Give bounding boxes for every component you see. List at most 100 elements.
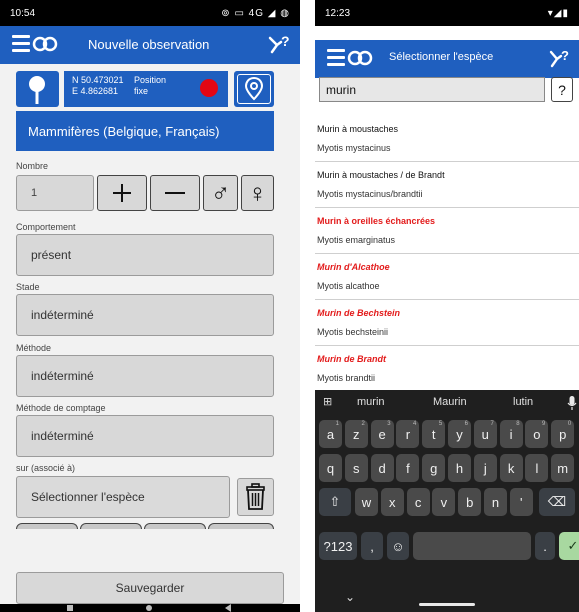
key-hint: 2 xyxy=(361,421,365,427)
key-e[interactable]: e3 xyxy=(370,420,394,448)
species-scientific-name: Myotis emarginatus xyxy=(317,235,396,245)
male-button[interactable]: ♂ xyxy=(203,175,238,211)
key-hint: 7 xyxy=(490,421,494,427)
list-item[interactable]: Murin à moustaches Myotis mystacinus xyxy=(315,116,579,162)
list-item[interactable]: Murin de Brandt Myotis brandtii xyxy=(315,346,579,392)
key-hint: 3 xyxy=(387,421,391,427)
key-label: ?123 xyxy=(323,538,353,554)
delete-button[interactable] xyxy=(237,478,274,516)
quantity-field[interactable]: 1 xyxy=(16,175,94,211)
male-icon: ♂ xyxy=(210,177,231,208)
emoji-key[interactable]: ☺ xyxy=(387,532,409,560)
list-item[interactable]: Murin à moustaches / de Brandt Myotis mys… xyxy=(315,162,579,208)
recents-icon[interactable] xyxy=(67,605,73,611)
key-k[interactable]: k xyxy=(499,454,523,482)
key-label: j xyxy=(483,460,487,476)
key-h[interactable]: h xyxy=(448,454,471,482)
hamburger-menu-icon[interactable] xyxy=(12,35,30,55)
key-o[interactable]: o9 xyxy=(525,420,549,448)
key-v[interactable]: v xyxy=(432,488,456,516)
back-icon[interactable] xyxy=(224,604,232,612)
hamburger-menu-icon[interactable] xyxy=(327,49,345,69)
key-n[interactable]: n xyxy=(484,488,507,516)
trash-icon xyxy=(246,483,265,510)
key-f[interactable]: f xyxy=(396,454,420,482)
female-button[interactable]: ♀ xyxy=(241,175,274,211)
species-common-name: Murin à moustaches / de Brandt xyxy=(317,170,445,180)
home-gesture-bar[interactable] xyxy=(419,603,475,606)
comma-key[interactable]: , xyxy=(361,532,383,560)
position-fix-label: Position fixe xyxy=(134,75,166,97)
save-button[interactable]: Sauvegarder xyxy=(16,572,284,604)
key-s[interactable]: s xyxy=(344,454,368,482)
key-q[interactable]: q xyxy=(319,454,342,482)
list-item[interactable]: Murin à oreilles échancrées Myotis emargi… xyxy=(315,208,579,254)
key-g[interactable]: g xyxy=(422,454,446,482)
recording-dot-icon xyxy=(200,79,218,97)
key-j[interactable]: j xyxy=(473,454,497,482)
suggestion-2[interactable]: Maurin xyxy=(433,396,467,408)
partial-button[interactable] xyxy=(80,523,142,529)
bird-help-icon[interactable]: ? xyxy=(549,46,571,70)
bird-help-icon[interactable]: ? xyxy=(268,32,292,56)
key-b[interactable]: b xyxy=(458,488,482,516)
gps-position-panel[interactable]: N 50.473021 E 4.862681 Position fixe xyxy=(64,71,228,107)
microphone-icon[interactable] xyxy=(567,396,577,410)
svg-text:?: ? xyxy=(281,33,290,49)
behaviour-select[interactable]: présent xyxy=(16,234,274,276)
status-bar: 12:23 ▾◢▮ xyxy=(315,0,579,26)
status-time: 12:23 xyxy=(325,8,351,19)
key-z[interactable]: z2 xyxy=(344,420,368,448)
list-item[interactable]: Murin de Bechstein Myotis bechsteinii xyxy=(315,300,579,346)
page-title: Sélectionner l'espèce xyxy=(389,51,494,63)
partial-button[interactable] xyxy=(16,523,78,529)
home-icon[interactable] xyxy=(146,605,152,611)
stage-select[interactable]: indéterminé xyxy=(16,294,274,336)
key-i[interactable]: i8 xyxy=(499,420,523,448)
partial-button[interactable] xyxy=(208,523,274,529)
key-label: , xyxy=(370,538,374,554)
period-key[interactable]: . xyxy=(535,532,555,560)
suggestion-3[interactable]: lutin xyxy=(513,396,533,408)
key-label: e xyxy=(378,426,386,442)
keyboard-grid-icon[interactable]: ⊞ xyxy=(323,395,332,408)
space-key[interactable] xyxy=(413,532,531,560)
key-r[interactable]: r4 xyxy=(396,420,420,448)
key-d[interactable]: d xyxy=(370,454,394,482)
methode-comptage-label: Méthode de comptage xyxy=(16,403,106,413)
key-p[interactable]: p0 xyxy=(551,420,575,448)
enter-key[interactable]: ✓ xyxy=(559,532,579,560)
key-y[interactable]: y6 xyxy=(448,420,471,448)
key-a[interactable]: a1 xyxy=(319,420,342,448)
key-l[interactable]: l xyxy=(525,454,549,482)
suggestion-1[interactable]: murin xyxy=(357,396,385,408)
gps-button[interactable] xyxy=(16,71,59,107)
list-item[interactable]: Murin d'Alcathoe Myotis alcathoe xyxy=(315,254,579,300)
symbols-key[interactable]: ?123 xyxy=(319,532,357,560)
species-group-button[interactable]: Mammifères (Belgique, Français) xyxy=(16,111,274,151)
partial-button[interactable] xyxy=(144,523,206,529)
key-hint: 0 xyxy=(567,421,572,427)
species-results-list: Murin à moustaches Myotis mystacinus Murin… xyxy=(315,116,579,392)
shift-key[interactable]: ⇧ xyxy=(319,488,351,516)
help-button[interactable]: ? xyxy=(551,77,573,102)
species-search-input[interactable]: murin xyxy=(319,77,545,102)
backspace-key[interactable]: ⌫ xyxy=(539,488,575,516)
counting-method-select[interactable]: indéterminé xyxy=(16,415,274,457)
key-c[interactable]: c xyxy=(406,488,430,516)
keyboard-hide-icon[interactable]: ⌄ xyxy=(345,590,355,604)
increment-button[interactable] xyxy=(97,175,147,211)
key-t[interactable]: t5 xyxy=(422,420,446,448)
key-label: b xyxy=(466,494,474,510)
key-m[interactable]: m xyxy=(551,454,575,482)
key-u[interactable]: u7 xyxy=(473,420,497,448)
key-w[interactable]: w xyxy=(355,488,378,516)
method-select[interactable]: indéterminé xyxy=(16,355,274,397)
map-location-button[interactable] xyxy=(234,71,274,107)
associated-species-select[interactable]: Sélectionner l'espèce xyxy=(16,476,230,518)
key-apostrophe[interactable]: ' xyxy=(509,488,533,516)
key-x[interactable]: x xyxy=(380,488,404,516)
methode-label: Méthode xyxy=(16,343,52,353)
key-label: l xyxy=(535,460,539,476)
decrement-button[interactable] xyxy=(150,175,200,211)
